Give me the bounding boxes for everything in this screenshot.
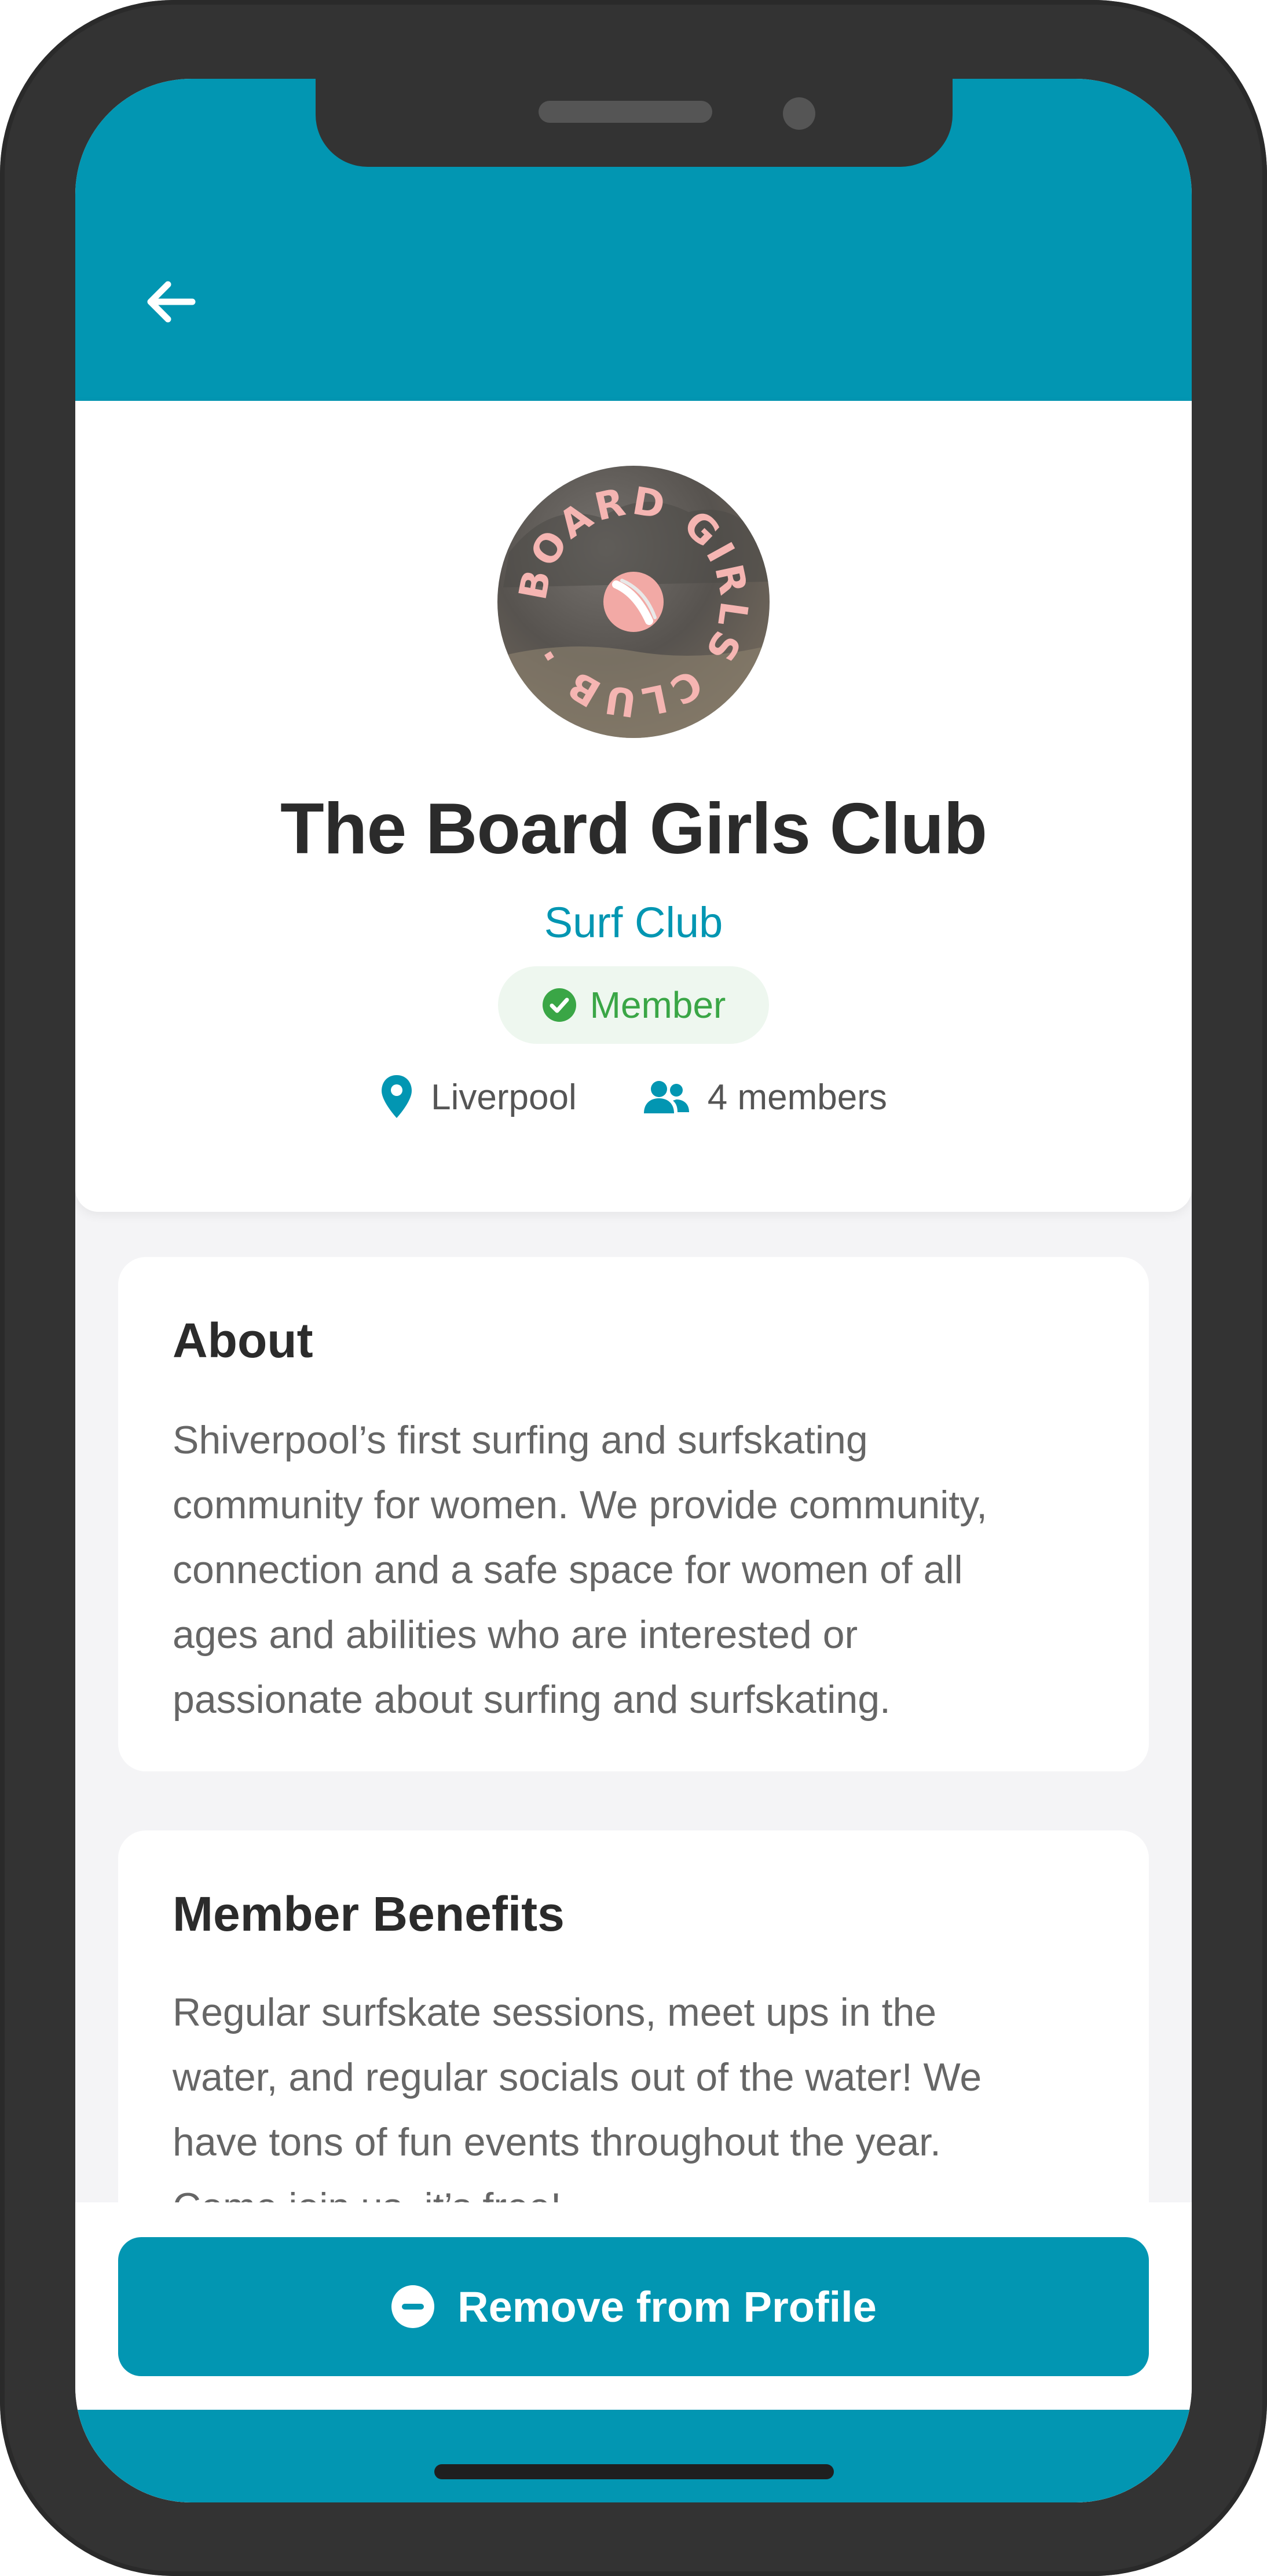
about-title: About bbox=[173, 1313, 313, 1368]
about-line: ages and abilities who are interested or bbox=[173, 1613, 858, 1657]
location-info: Liverpool bbox=[380, 1074, 577, 1120]
location-label: Liverpool bbox=[431, 1077, 577, 1117]
check-circle-icon bbox=[542, 988, 576, 1022]
about-text: Shiverpool’s first surfing and surfskati… bbox=[173, 1408, 1111, 1732]
benefits-line: Regular surfskate sessions, meet ups in … bbox=[173, 1990, 937, 2034]
back-button[interactable] bbox=[139, 270, 203, 334]
home-indicator[interactable] bbox=[434, 2464, 834, 2479]
benefits-text: Regular surfskate sessions, meet ups in … bbox=[173, 1980, 1111, 2239]
benefits-line: water, and regular socials out of the wa… bbox=[173, 2055, 982, 2099]
top-app-bar bbox=[75, 79, 1192, 401]
club-header-card: BOARD GIRLS CLUB · The Board Girls Club … bbox=[75, 401, 1192, 1212]
member-status-label: Member bbox=[589, 984, 726, 1026]
about-line: community for women. We provide communit… bbox=[173, 1483, 988, 1527]
remove-from-profile-button[interactable]: Remove from Profile bbox=[118, 2237, 1149, 2376]
about-line: passionate about surfing and surfskating… bbox=[173, 1678, 891, 1722]
people-icon bbox=[643, 1081, 689, 1113]
club-logo: BOARD GIRLS CLUB · bbox=[497, 466, 770, 738]
benefits-title: Member Benefits bbox=[173, 1887, 565, 1941]
club-type: Surf Club bbox=[544, 898, 723, 947]
members-count: 4 members bbox=[707, 1077, 887, 1117]
remove-button-label: Remove from Profile bbox=[457, 2282, 877, 2331]
members-info: 4 members bbox=[642, 1077, 887, 1118]
about-card: About Shiverpool’s first surfing and sur… bbox=[118, 1257, 1149, 1771]
minus-circle-icon bbox=[391, 2285, 435, 2328]
member-status-badge: Member bbox=[498, 966, 769, 1044]
speaker-grille bbox=[539, 101, 712, 123]
club-logo-graphic: BOARD GIRLS CLUB · bbox=[497, 478, 770, 738]
about-line: Shiverpool’s first surfing and surfskati… bbox=[173, 1418, 868, 1462]
club-meta-row: Liverpool 4 members bbox=[75, 1074, 1192, 1120]
phone-notch bbox=[316, 79, 953, 167]
benefits-line: have tons of fun events throughout the y… bbox=[173, 2120, 941, 2164]
app-screen: BOARD GIRLS CLUB · The Board Girls Club … bbox=[75, 79, 1192, 2502]
front-camera bbox=[783, 97, 815, 130]
location-pin-icon bbox=[382, 1075, 412, 1118]
bottom-safe-area bbox=[75, 2410, 1192, 2502]
arrow-left-icon bbox=[147, 281, 196, 323]
about-line: connection and a safe space for women of… bbox=[173, 1548, 963, 1592]
club-name: The Board Girls Club bbox=[280, 789, 987, 869]
phone-frame: BOARD GIRLS CLUB · The Board Girls Club … bbox=[0, 0, 1267, 2576]
